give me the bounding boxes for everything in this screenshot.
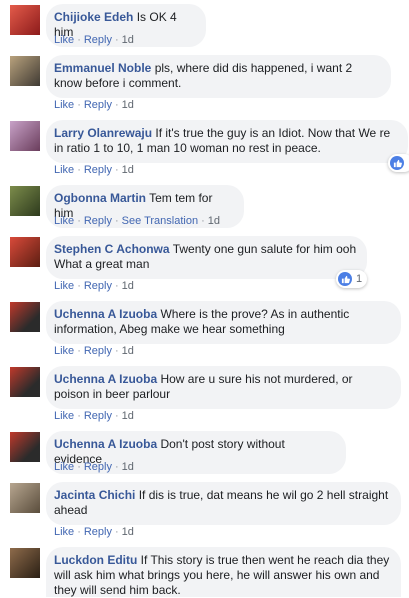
comment-time[interactable]: 1d: [122, 164, 134, 176]
reply-link[interactable]: Reply: [84, 461, 112, 473]
comment-author[interactable]: Larry Olanrewaju: [54, 126, 152, 140]
comment-time[interactable]: 1d: [122, 410, 134, 422]
avatar[interactable]: [10, 5, 40, 35]
reaction-number: 1: [356, 273, 363, 285]
comment-actions: Like · Reply · 1d: [54, 99, 134, 111]
reply-link[interactable]: Reply: [84, 280, 112, 292]
reply-link[interactable]: Reply: [84, 34, 112, 46]
like-link[interactable]: Like: [54, 34, 74, 46]
avatar[interactable]: [10, 432, 40, 462]
reaction-count[interactable]: 1: [336, 270, 368, 288]
comment-actions: Like · Reply · 1d: [54, 164, 134, 176]
comment-time[interactable]: 1d: [122, 345, 134, 357]
comment-bubble: Luckdon Editu If This story is true then…: [46, 547, 401, 597]
comment-actions: Like · Reply · See Translation · 1d: [54, 215, 221, 227]
avatar[interactable]: [10, 121, 40, 151]
like-link[interactable]: Like: [54, 164, 74, 176]
see-translation-link[interactable]: See Translation: [122, 215, 198, 227]
comment-author[interactable]: Stephen C Achonwa: [54, 242, 170, 256]
comment-bubble: Uchenna A Izuoba Where is the prove? As …: [46, 301, 401, 344]
reply-link[interactable]: Reply: [84, 345, 112, 357]
avatar[interactable]: [10, 237, 40, 267]
comment-time[interactable]: 1d: [122, 526, 134, 538]
avatar[interactable]: [10, 56, 40, 86]
comment-bubble: Uchenna A Izuoba How are u sure his not …: [46, 366, 401, 409]
reply-link[interactable]: Reply: [84, 410, 112, 422]
comment-author[interactable]: Luckdon Editu: [54, 553, 137, 567]
avatar[interactable]: [10, 367, 40, 397]
comment-bubble: Emmanuel Noble pls, where did dis happen…: [46, 55, 391, 98]
avatar[interactable]: [10, 548, 40, 578]
like-link[interactable]: Like: [54, 410, 74, 422]
comment-author[interactable]: Ogbonna Martin: [54, 191, 146, 205]
comment-author[interactable]: Uchenna A Izuoba: [54, 372, 157, 386]
comment-actions: Like · Reply · 1d: [54, 280, 134, 292]
like-reaction-icon: [390, 156, 404, 170]
comment-actions: Like · Reply · 1d: [54, 526, 134, 538]
comment-time[interactable]: 1d: [122, 461, 134, 473]
comment-actions: Like · Reply · 1d: [54, 461, 134, 473]
reply-link[interactable]: Reply: [84, 164, 112, 176]
avatar[interactable]: [10, 483, 40, 513]
avatar[interactable]: [10, 302, 40, 332]
comment-actions: Like · Reply · 1d: [54, 34, 134, 46]
comment-bubble: Larry Olanrewaju If it's true the guy is…: [46, 120, 408, 163]
like-link[interactable]: Like: [54, 526, 74, 538]
comment-actions: Like · Reply · 1d: [54, 410, 134, 422]
comment-bubble: Stephen C Achonwa Twenty one gun salute …: [46, 236, 367, 279]
like-reaction-icon: [338, 272, 352, 286]
like-link[interactable]: Like: [54, 280, 74, 292]
comment-author[interactable]: Jacinta Chichi: [54, 488, 135, 502]
comment-author[interactable]: Uchenna A Izuoba: [54, 437, 157, 451]
comment-time[interactable]: 1d: [122, 280, 134, 292]
like-link[interactable]: Like: [54, 345, 74, 357]
reaction-count[interactable]: [388, 154, 409, 172]
comment-time[interactable]: 1d: [122, 34, 134, 46]
comment-time[interactable]: 1d: [208, 215, 220, 227]
like-link[interactable]: Like: [54, 215, 74, 227]
comment-time[interactable]: 1d: [122, 99, 134, 111]
reply-link[interactable]: Reply: [84, 215, 112, 227]
reply-link[interactable]: Reply: [84, 526, 112, 538]
comment-author[interactable]: Emmanuel Noble: [54, 61, 151, 75]
comment-author[interactable]: Uchenna A Izuoba: [54, 307, 157, 321]
comment-author[interactable]: Chijioke Edeh: [54, 10, 133, 24]
avatar[interactable]: [10, 186, 40, 216]
comment-bubble: Jacinta Chichi If dis is true, dat means…: [46, 482, 401, 525]
like-link[interactable]: Like: [54, 99, 74, 111]
comment-actions: Like · Reply · 1d: [54, 345, 134, 357]
reply-link[interactable]: Reply: [84, 99, 112, 111]
like-link[interactable]: Like: [54, 461, 74, 473]
